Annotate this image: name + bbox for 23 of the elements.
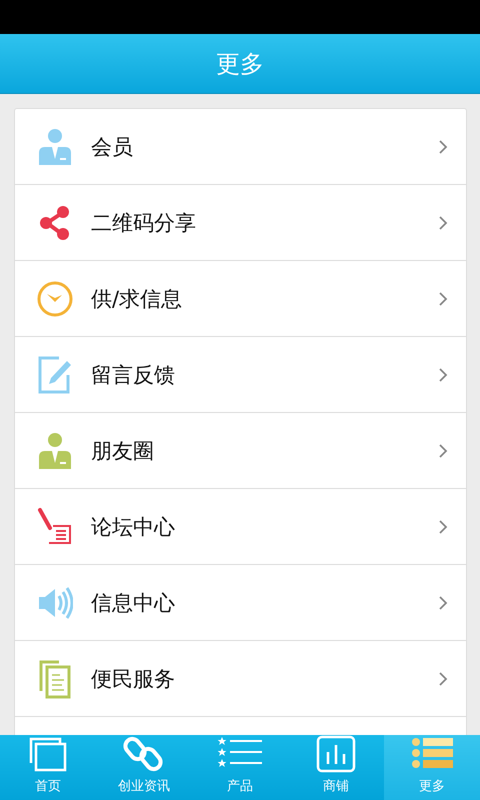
chevron-icon [438, 366, 448, 382]
pen-note-icon [37, 506, 73, 546]
menu-item[interactable]: 留言反馈 [15, 337, 466, 413]
edit-icon [37, 354, 73, 394]
menu-item[interactable]: 朋友圈 [15, 413, 466, 489]
menu-item[interactable]: 会员 [15, 109, 466, 185]
menu-item[interactable]: 便民服务 [15, 641, 466, 717]
chevron-icon [438, 670, 448, 686]
menu-item[interactable]: 论坛中心 [15, 489, 466, 565]
menu-item[interactable]: 信息中心 [15, 565, 466, 641]
menu-item[interactable]: 供/求信息 [15, 261, 466, 337]
chevron-icon [438, 594, 448, 610]
person-icon [37, 126, 73, 166]
page-title: 更多 [216, 48, 264, 80]
clock-icon [37, 278, 73, 318]
chevron-icon [438, 138, 448, 154]
chevron-icon [438, 442, 448, 458]
chevron-icon [438, 290, 448, 306]
chevron-icon [438, 214, 448, 230]
chevron-icon [438, 518, 448, 534]
menu-item[interactable]: 二维码分享 [15, 185, 466, 261]
documents-icon [37, 658, 73, 698]
person-icon [37, 430, 73, 470]
